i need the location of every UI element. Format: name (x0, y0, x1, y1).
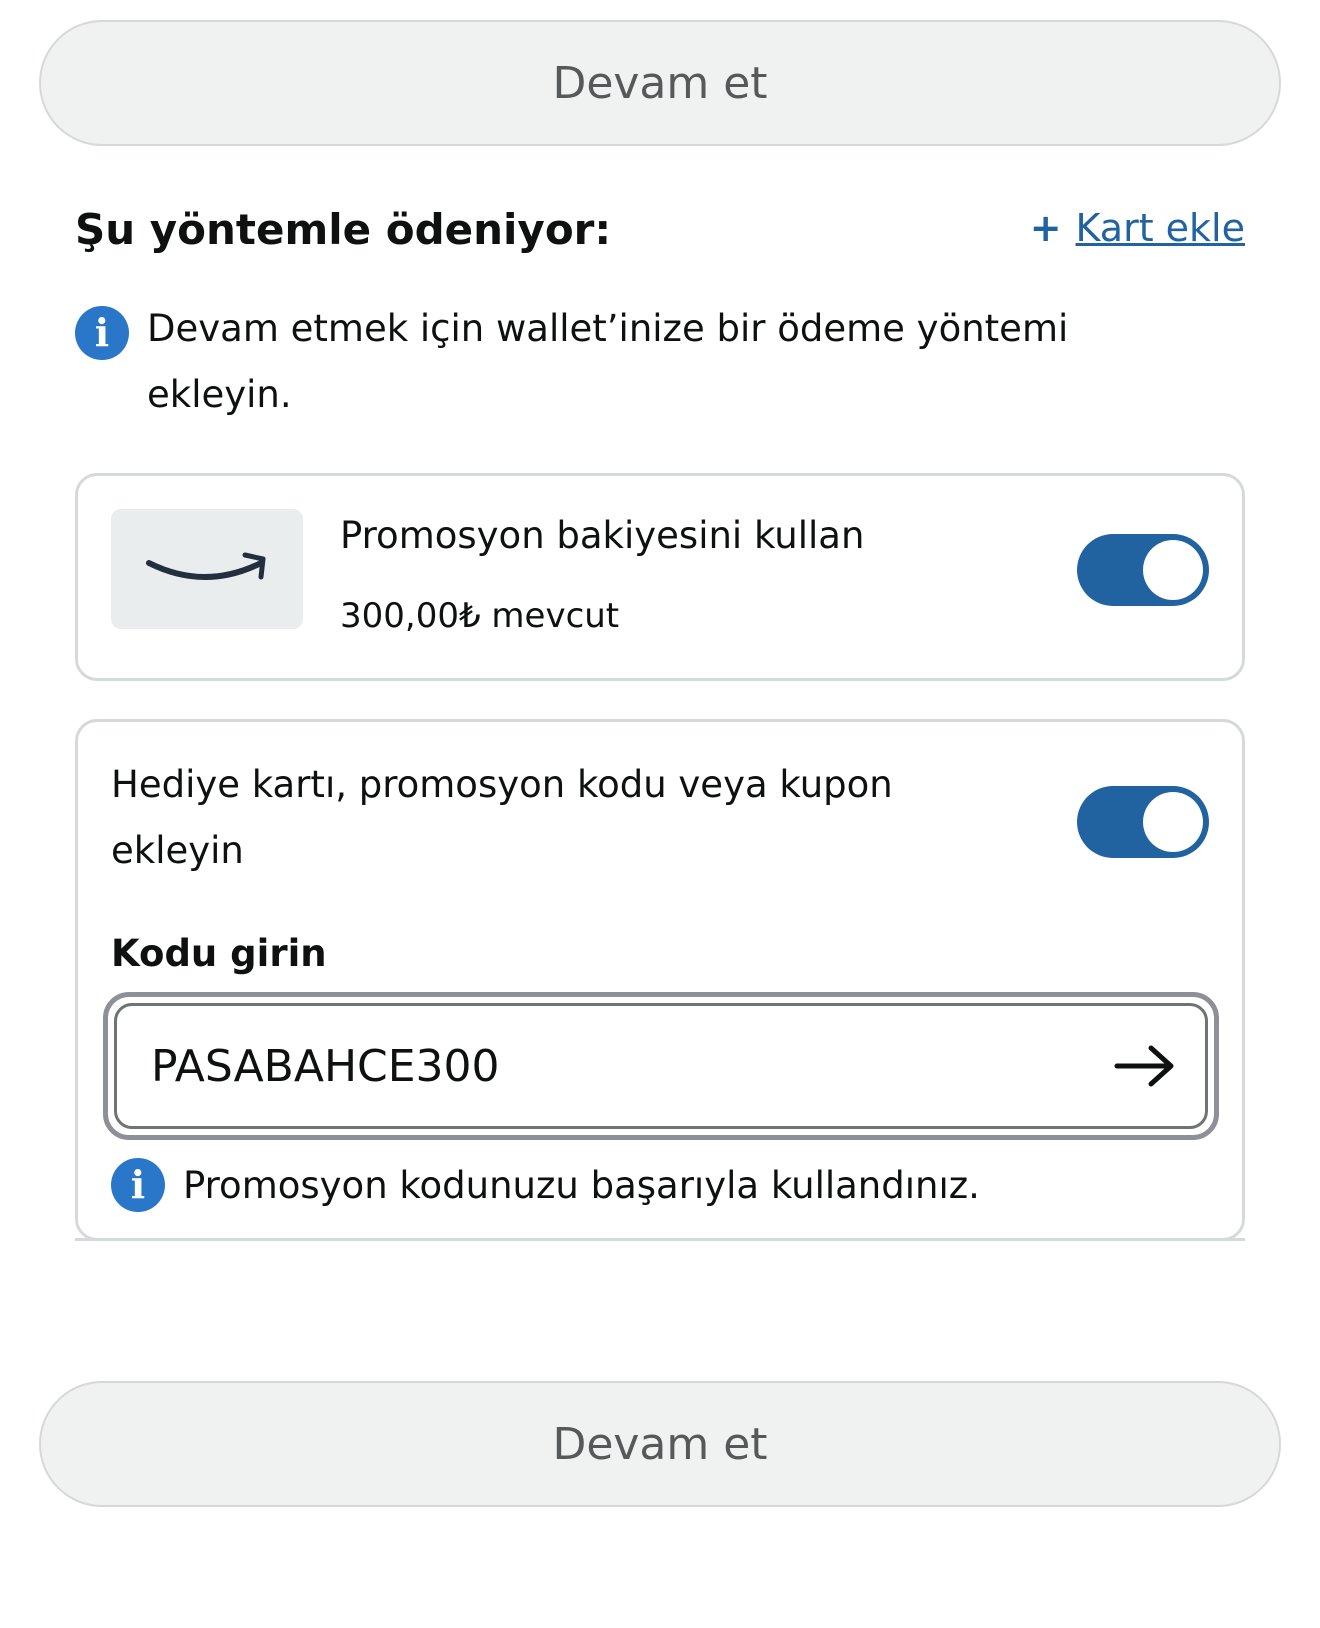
promo-balance-card: Promosyon bakiyesini kullan 300,00₺ mevc… (75, 473, 1245, 681)
promo-balance-title: Promosyon bakiyesini kullan (340, 514, 865, 557)
wallet-notice-text: Devam etmek için wallet’inize bir ödeme … (147, 307, 1069, 416)
info-icon: i (111, 1158, 165, 1212)
success-message-text: Promosyon kodunuzu başarıyla kullandınız… (183, 1163, 980, 1207)
info-icon: i (75, 306, 129, 360)
toggle-knob (1143, 540, 1203, 600)
gift-code-toggle[interactable] (1077, 786, 1209, 858)
arrow-right-icon[interactable] (1113, 1042, 1177, 1090)
continue-button-top[interactable]: Devam et (39, 20, 1281, 146)
code-input-value[interactable]: PASABAHCE300 (151, 1041, 1113, 1092)
code-input-label: Kodu girin (111, 932, 327, 975)
promo-balance-toggle[interactable] (1077, 534, 1209, 606)
code-input[interactable]: PASABAHCE300 (114, 1003, 1208, 1129)
toggle-knob (1143, 792, 1203, 852)
amazon-smile-icon (146, 552, 266, 580)
payment-method-title: Şu yöntemle ödeniyor: (75, 205, 612, 254)
add-card-link[interactable]: + Kart ekle (1030, 206, 1245, 250)
promo-balance-available: 300,00₺ mevcut (340, 596, 620, 636)
plus-icon: + (1029, 206, 1062, 250)
gift-code-card: Hediye kartı, promosyon kodu veya kupon … (75, 719, 1245, 1241)
amazon-smile-logo (111, 509, 303, 629)
divider (75, 1238, 1245, 1241)
gift-code-title: Hediye kartı, promosyon kodu veya kupon … (111, 763, 893, 872)
add-card-label: Kart ekle (1075, 206, 1245, 250)
continue-button-bottom[interactable]: Devam et (39, 1381, 1281, 1507)
code-input-focus-ring: PASABAHCE300 (103, 992, 1219, 1140)
success-message: i Promosyon kodunuzu başarıyla kullandın… (111, 1158, 980, 1212)
